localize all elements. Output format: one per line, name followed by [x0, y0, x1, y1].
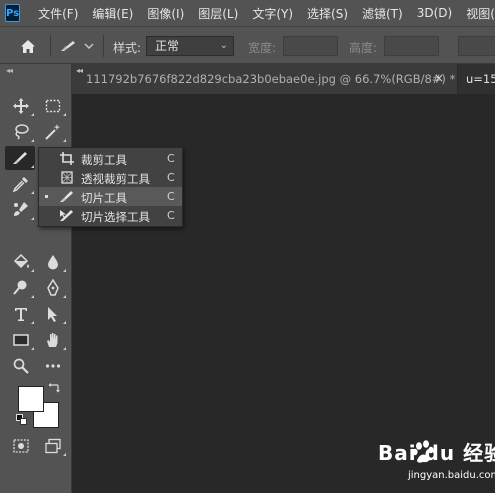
flyout-item-crop[interactable]: 裁剪工具 C [39, 149, 182, 168]
crop-tools-flyout: 裁剪工具 C 透视裁剪工具 C 切片工具 C 切片选择工具 C [38, 147, 183, 227]
document-tab-bar: ◂◂ 111792b7676f822d829cba23b0ebae0e.jpg … [72, 64, 495, 94]
dodge-icon [13, 280, 27, 295]
home-button[interactable] [14, 35, 42, 57]
slice-icon [61, 41, 75, 51]
flyout-item-slice[interactable]: 切片工具 C [39, 187, 182, 206]
options-separator [103, 35, 104, 57]
height-input[interactable] [384, 36, 439, 56]
more-dots-icon [45, 364, 61, 368]
blur-tool[interactable] [39, 250, 67, 274]
slice-icon [60, 191, 73, 202]
menu-file[interactable]: 文件(F) [26, 5, 85, 22]
watermark-url: jingyan.baidu.com [408, 470, 495, 481]
hand-icon [47, 333, 58, 347]
collapse-toolbar-icon[interactable]: ◂◂ [6, 66, 13, 75]
flyout-item-label: 切片选择工具 [81, 210, 150, 224]
menu-view[interactable]: 视图(V) [459, 5, 495, 22]
style-select[interactable]: 正常 ⌄ [146, 36, 234, 56]
zoom-tool[interactable] [7, 354, 35, 378]
type-icon [15, 308, 27, 321]
chevron-down-icon [84, 43, 94, 49]
paint-bucket-icon [13, 253, 29, 269]
options-separator [50, 35, 51, 57]
flyout-item-shortcut: C [167, 190, 175, 203]
flyout-item-slice-select[interactable]: 切片选择工具 C [39, 206, 182, 225]
home-icon [21, 39, 35, 53]
tools-panel: ◂◂ [0, 64, 72, 493]
magic-wand-tool[interactable] [39, 120, 67, 144]
move-tool[interactable] [7, 94, 35, 118]
rectangle-tool[interactable] [7, 328, 35, 352]
pen-icon [47, 279, 59, 296]
width-input[interactable] [283, 36, 338, 56]
tool-preset-picker[interactable] [58, 35, 98, 57]
clone-stamp-tool[interactable] [7, 198, 35, 222]
lasso-icon [15, 124, 29, 140]
menu-bar: Ps 文件(F) 编辑(E) 图像(I) 图层(L) 文字(Y) 选择(S) 滤… [0, 0, 495, 26]
menu-layer[interactable]: 图层(L) [191, 5, 245, 22]
style-label: 样式: [113, 41, 142, 55]
flyout-item-label: 裁剪工具 [81, 153, 127, 167]
crop-icon [60, 152, 74, 165]
paint-bucket-tool[interactable] [7, 250, 35, 274]
flyout-item-shortcut: C [167, 152, 175, 165]
eyedropper-tool[interactable] [7, 172, 35, 196]
eyedropper-icon [12, 177, 28, 193]
height-label: 高度: [349, 41, 378, 55]
document-tab[interactable]: ◂◂ 111792b7676f822d829cba23b0ebae0e.jpg … [72, 64, 458, 94]
quick-mask-icon [13, 439, 29, 453]
marquee-tool[interactable] [39, 94, 67, 118]
quick-mask-button[interactable] [7, 434, 35, 458]
chevron-down-icon: ⌄ [219, 40, 228, 51]
slice-icon [13, 152, 27, 164]
menu-filter[interactable]: 滤镜(T) [355, 5, 410, 22]
menu-edit[interactable]: 编辑(E) [85, 5, 140, 22]
menu-image[interactable]: 图像(I) [140, 5, 191, 22]
menu-type[interactable]: 文字(Y) [245, 5, 300, 22]
document-tab-title: 111792b7676f822d829cba23b0ebae0e.jpg @ 6… [86, 72, 456, 86]
type-tool[interactable] [7, 302, 35, 326]
flyout-item-label: 透视裁剪工具 [81, 172, 150, 186]
options-button[interactable] [458, 36, 495, 56]
pen-tool[interactable] [39, 276, 67, 300]
style-select-value: 正常 [155, 39, 180, 53]
menu-select[interactable]: 选择(S) [300, 5, 355, 22]
width-label: 宽度: [248, 41, 277, 55]
flyout-item-label: 切片工具 [81, 191, 127, 205]
slice-tool[interactable] [5, 146, 35, 170]
rectangle-icon [13, 334, 29, 346]
document-tab-active[interactable]: u=15 [458, 64, 495, 94]
swap-colors-icon[interactable] [48, 382, 60, 394]
path-selection-tool[interactable] [39, 302, 67, 326]
blur-drop-icon [48, 255, 58, 270]
clone-stamp-icon [14, 202, 28, 216]
default-colors-icon[interactable] [16, 414, 28, 426]
rectangular-marquee-icon [45, 99, 61, 113]
close-icon[interactable]: × [434, 71, 444, 85]
flyout-item-perspective-crop[interactable]: 透视裁剪工具 C [39, 168, 182, 187]
screen-mode-button[interactable] [39, 434, 67, 458]
foreground-color-swatch[interactable] [18, 386, 44, 412]
magic-wand-icon [45, 124, 61, 140]
menu-3d[interactable]: 3D(D) [410, 6, 459, 20]
perspective-crop-icon [61, 171, 73, 184]
zoom-icon [13, 358, 29, 374]
photoshop-logo: Ps [5, 4, 21, 22]
selected-bullet-icon [45, 195, 48, 198]
flyout-item-shortcut: C [167, 209, 175, 222]
document-tab-title: u=15 [466, 72, 495, 86]
screen-mode-icon [45, 438, 61, 454]
watermark-logo-text: Bai du 经验 [378, 441, 495, 465]
hand-tool[interactable] [39, 328, 67, 352]
slice-select-icon [60, 210, 73, 221]
move-icon [13, 98, 29, 114]
edit-toolbar-button[interactable] [39, 354, 67, 378]
flyout-item-shortcut: C [167, 171, 175, 184]
lasso-tool[interactable] [7, 120, 35, 144]
dodge-tool[interactable] [7, 276, 35, 300]
collapse-panels-icon[interactable]: ◂◂ [76, 66, 83, 75]
baidu-jingyan-watermark: Bai du 经验 jingyan.baidu.com [378, 437, 495, 487]
arrow-pointer-icon [48, 307, 57, 322]
options-bar: 样式: 正常 ⌄ 宽度: 高度: [0, 26, 495, 64]
